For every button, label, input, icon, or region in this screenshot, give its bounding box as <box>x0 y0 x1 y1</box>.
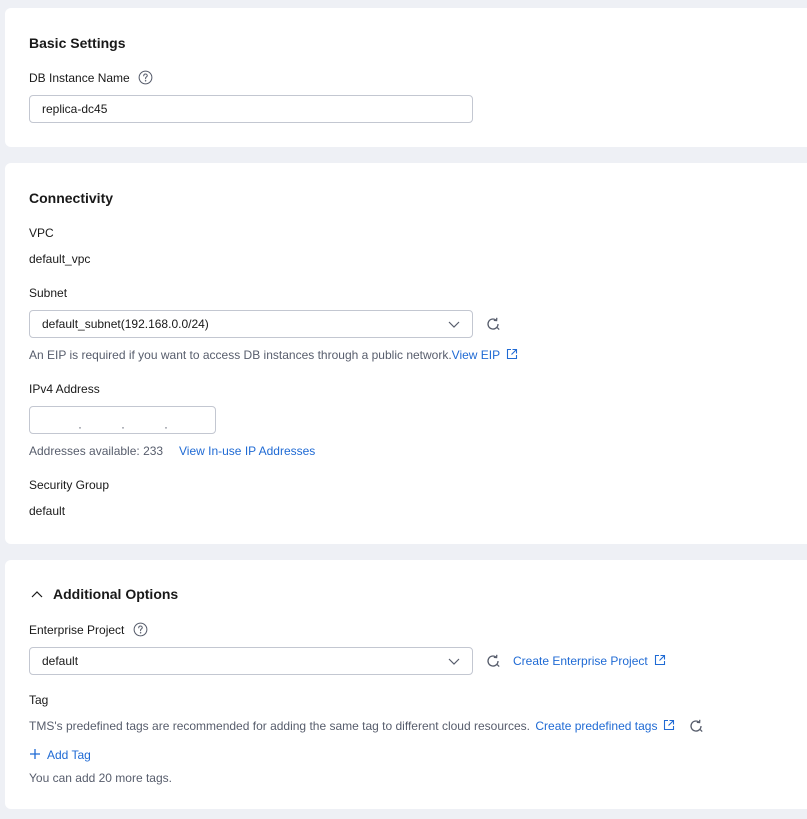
subnet-selected-value: default_subnet(192.168.0.0/24) <box>42 317 209 331</box>
refresh-icon[interactable] <box>485 653 501 669</box>
tag-hint-text: TMS's predefined tags are recommended fo… <box>29 719 531 733</box>
tag-label: Tag <box>29 693 49 707</box>
ip-separator: · <box>164 420 168 434</box>
eip-hint-line: An EIP is required if you want to access… <box>29 348 518 362</box>
subnet-label: Subnet <box>29 286 68 300</box>
view-eip-link-label: View EIP <box>451 348 501 362</box>
db-instance-name-input[interactable]: replica-dc45 <box>29 95 473 123</box>
additional-options-card: Additional Options Enterprise Project de… <box>5 560 807 809</box>
chevron-up-icon <box>31 591 43 598</box>
add-tag-label: Add Tag <box>47 748 91 762</box>
view-eip-link[interactable]: View EIP <box>452 348 518 362</box>
help-icon[interactable] <box>138 70 153 85</box>
chevron-down-icon <box>448 658 460 665</box>
connectivity-card: Connectivity VPC default_vpc Subnet defa… <box>5 163 807 544</box>
ip-separator: · <box>121 420 125 434</box>
plus-icon <box>30 749 40 759</box>
vpc-label: VPC <box>29 226 54 240</box>
security-group-label: Security Group <box>29 478 110 492</box>
enterprise-project-select[interactable]: default <box>29 647 473 675</box>
tag-hint-line: TMS's predefined tags are recommended fo… <box>29 719 675 733</box>
enterprise-project-selected-value: default <box>42 654 79 668</box>
additional-options-title: Additional Options <box>53 586 179 602</box>
refresh-icon[interactable] <box>688 718 704 734</box>
create-enterprise-project-label: Create Enterprise Project <box>513 654 648 668</box>
basic-settings-title: Basic Settings <box>29 35 126 51</box>
connectivity-title: Connectivity <box>29 190 114 206</box>
addresses-available: Addresses available: 233 <box>29 444 164 458</box>
vpc-value: default_vpc <box>29 252 91 266</box>
add-tag-button[interactable]: Add Tag <box>29 748 91 762</box>
security-group-value: default <box>29 504 66 518</box>
ip-separator: · <box>78 420 82 434</box>
eip-hint-text: An EIP is required if you want to access… <box>29 348 452 362</box>
basic-settings-card: Basic Settings DB Instance Name replica-… <box>5 8 807 147</box>
create-predefined-tags-link[interactable]: Create predefined tags <box>535 719 675 733</box>
external-link-icon <box>654 654 665 666</box>
enterprise-project-label: Enterprise Project <box>29 623 125 637</box>
tags-remaining-text: You can add 20 more tags. <box>29 771 172 785</box>
create-predefined-tags-label: Create predefined tags <box>535 719 658 733</box>
external-link-icon <box>664 719 675 731</box>
help-icon[interactable] <box>133 622 148 637</box>
ipv4-address-label: IPv4 Address <box>29 382 100 396</box>
db-instance-name-label: DB Instance Name <box>29 71 130 85</box>
subnet-select[interactable]: default_subnet(192.168.0.0/24) <box>29 310 473 338</box>
ipv4-address-input[interactable]: · · · <box>29 406 216 434</box>
external-link-icon <box>507 348 518 360</box>
refresh-icon[interactable] <box>485 316 501 332</box>
view-inuse-ip-link[interactable]: View In-use IP Addresses <box>179 444 315 458</box>
create-enterprise-project-link[interactable]: Create Enterprise Project <box>513 654 666 668</box>
chevron-down-icon <box>448 321 460 328</box>
